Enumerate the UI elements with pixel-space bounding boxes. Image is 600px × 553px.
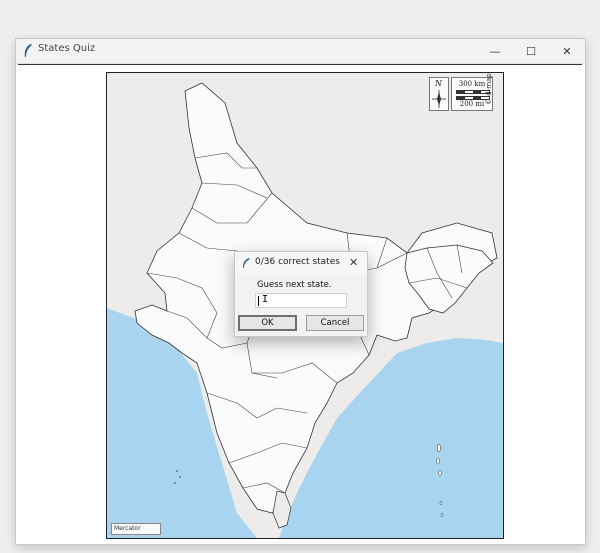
feather-icon	[24, 44, 32, 57]
minimize-button[interactable]: —	[477, 39, 513, 63]
compass-icon	[432, 90, 446, 108]
feather-icon	[243, 258, 250, 268]
close-button[interactable]: ✕	[549, 39, 585, 63]
cancel-button[interactable]: Cancel	[306, 315, 364, 331]
dialog-title: 0/36 correct states	[255, 257, 340, 267]
copyright-label: © d-maps.com	[485, 72, 493, 105]
state-guess-input[interactable]: I	[255, 293, 347, 308]
text-caret	[258, 296, 259, 306]
compass-north-label: N	[435, 79, 442, 88]
ok-button[interactable]: OK	[238, 315, 297, 331]
dialog-prompt: Guess next state.	[257, 280, 332, 290]
projection-label: Mercator	[111, 523, 161, 535]
ibeam-cursor-icon: I	[262, 294, 269, 305]
compass-rose: N	[429, 77, 449, 111]
guess-dialog: 0/36 correct states ✕ Guess next state. …	[234, 251, 368, 337]
maximize-button[interactable]: ☐	[513, 39, 549, 63]
window-title: States Quiz	[38, 43, 96, 54]
title-bar[interactable]: States Quiz — ☐ ✕	[16, 39, 585, 64]
dialog-close-button[interactable]: ✕	[349, 256, 358, 269]
dialog-title-bar[interactable]: 0/36 correct states ✕	[235, 252, 367, 274]
